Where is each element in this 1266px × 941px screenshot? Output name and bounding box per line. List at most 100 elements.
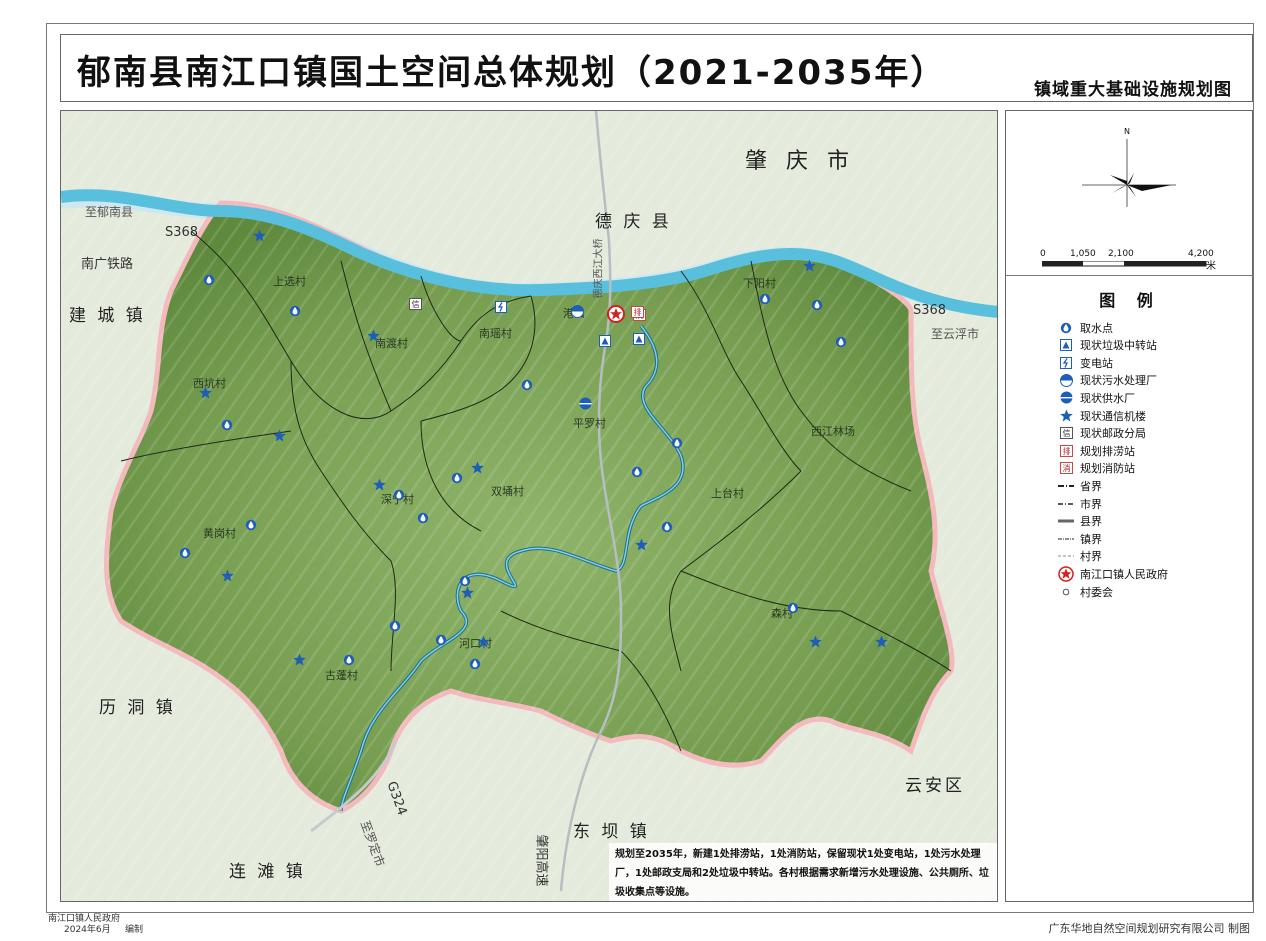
legend-item: 省界 — [1058, 477, 1102, 494]
post-office-icon: 信 — [409, 295, 422, 314]
legend-item: 南江口镇人民政府 — [1058, 565, 1168, 582]
svg-text:排: 排 — [1062, 446, 1070, 456]
legend-item: 消规划消防站 — [1058, 460, 1135, 477]
legend-label: 镇界 — [1080, 532, 1102, 546]
telecom-icon — [635, 536, 648, 555]
town-government-marker — [607, 305, 625, 323]
village-label: 双埇村 — [491, 485, 524, 498]
telecom-icon — [367, 327, 380, 346]
water-intake-icon — [389, 617, 401, 636]
footer-maker: 广东华地自然空间规划研究有限公司 制图 — [1048, 922, 1251, 935]
garbage-transfer-icon — [1058, 337, 1074, 353]
water-intake-icon — [521, 376, 533, 395]
village-label: 上台村 — [711, 487, 744, 500]
legend-item: 村界 — [1058, 548, 1102, 565]
legend-label: 现状邮政分局 — [1080, 427, 1146, 441]
post-office-icon: 信 — [1058, 425, 1074, 441]
legend-label: 南江口镇人民政府 — [1080, 567, 1168, 581]
telecom-icon — [471, 459, 484, 478]
town-boundary-icon — [1058, 531, 1074, 547]
label-s368-west: S368 — [165, 225, 199, 240]
water-intake-icon — [343, 651, 355, 670]
water-intake-icon — [787, 599, 799, 618]
svg-text:信: 信 — [1062, 428, 1070, 438]
compass-scale-area: N 0 1,050 2,100 4,200 米 — [1006, 111, 1254, 276]
label-lianta-town: 连 滩 镇 — [229, 862, 306, 882]
sewage-plant-icon — [571, 303, 584, 322]
water-intake-icon — [631, 463, 643, 482]
village-label: 南瑶村 — [479, 327, 512, 340]
footer-org: 南江口镇人民政府 — [48, 914, 121, 924]
label-deqing-bridge: 德庆西江大桥 — [593, 238, 605, 299]
telecom-icon — [809, 633, 822, 652]
substation-icon — [1058, 355, 1074, 371]
label-dongba-town: 东 坝 镇 — [573, 822, 650, 842]
legend-item: 现状通信机楼 — [1058, 407, 1146, 424]
legend-label: 村委会 — [1080, 585, 1113, 599]
province-boundary-icon — [1058, 478, 1074, 494]
map-title: 郁南县南江口镇国土空间总体规划（2021-2035年） — [77, 53, 947, 93]
legend-label: 省界 — [1080, 479, 1102, 493]
village-label: 平罗村 — [573, 417, 606, 430]
scale-label-0: 0 — [1040, 249, 1046, 259]
legend-label: 现状通信机楼 — [1080, 409, 1146, 423]
garbage-transfer-icon — [633, 330, 645, 349]
garbage-transfer-icon — [599, 332, 611, 351]
water-intake-icon — [393, 486, 405, 505]
legend-item: 排规划排涝站 — [1058, 442, 1135, 459]
legend-label: 规划排涝站 — [1080, 444, 1135, 458]
label-jiancheng-town: 建 城 镇 — [69, 306, 146, 326]
map-canvas[interactable]: 肇 庆 市 德 庆 县 建 城 镇 南广铁路 历 洞 镇 连 滩 镇 东 坝 镇… — [60, 110, 998, 902]
legend-item: 现状污水处理厂 — [1058, 372, 1157, 389]
water-intake-icon — [221, 416, 233, 435]
water-intake-icon — [811, 296, 823, 315]
telecom-icon — [293, 651, 306, 670]
svg-text:信: 信 — [412, 299, 420, 309]
water-intake-icon — [203, 271, 215, 290]
legend-label: 村界 — [1080, 550, 1102, 564]
legend-item: 取水点 — [1058, 319, 1113, 336]
legend-label: 现状垃圾中转站 — [1080, 339, 1157, 353]
scale-bar-icon — [1042, 261, 1207, 267]
water-intake-icon — [179, 544, 191, 563]
telecom-icon — [199, 384, 212, 403]
map-subtitle: 镇域重大基础设施规划图 — [1034, 80, 1232, 100]
legend-label: 市界 — [1080, 497, 1102, 511]
telecom-icon — [273, 427, 286, 446]
water-intake-icon — [671, 434, 683, 453]
sewage-plant-icon — [1058, 372, 1074, 388]
drainage-station-icon: 排 — [631, 303, 644, 322]
legend-label: 县界 — [1080, 515, 1102, 529]
label-s368-east: S368 — [913, 303, 947, 318]
title-box: 郁南县南江口镇国土空间总体规划（2021-2035年） 镇域重大基础设施规划图 — [60, 34, 1253, 102]
water-intake-icon — [245, 516, 257, 535]
telecom-icon — [1058, 408, 1074, 424]
substation-icon — [495, 298, 507, 317]
legend-panel: N 0 1,050 2,100 4,200 米 图 例 取水点 现状垃圾中转站 变电… — [1005, 110, 1254, 902]
svg-text:消: 消 — [1062, 463, 1070, 473]
scale-label-1: 1,050 — [1070, 249, 1096, 259]
village-label: 上选村 — [273, 275, 306, 288]
terrain-map — [61, 111, 997, 901]
water-intake-icon — [1058, 320, 1074, 336]
legend-item: 县界 — [1058, 513, 1102, 530]
legend-label: 现状供水厂 — [1080, 391, 1135, 405]
village-label: 下阳村 — [743, 277, 776, 290]
fire-station-icon: 消 — [1058, 460, 1074, 476]
water-intake-icon — [417, 509, 429, 528]
telecom-icon — [461, 584, 474, 603]
legend-title: 图 例 — [1099, 291, 1161, 310]
footer-left: 南江口镇人民政府 2024年6月 编制 — [48, 914, 143, 936]
planning-note: 规划至2035年，新建1处排涝站，1处消防站，保留现状1处变电站，1处污水处理厂… — [609, 843, 997, 901]
village-label: 黄岗村 — [203, 527, 236, 540]
label-to-yunan: 至郁南县 — [85, 205, 134, 219]
drainage-station-icon: 排 — [1058, 443, 1074, 459]
legend-item: 市界 — [1058, 495, 1102, 512]
city-boundary-icon — [1058, 496, 1074, 512]
legend-item: 现状垃圾中转站 — [1058, 337, 1157, 354]
water-plant-icon — [579, 395, 592, 414]
svg-text:排: 排 — [634, 307, 642, 317]
label-yunan-district: 云安区 — [905, 776, 965, 796]
scale-unit: 米 — [1206, 261, 1216, 272]
village-boundary-icon — [1058, 548, 1074, 564]
